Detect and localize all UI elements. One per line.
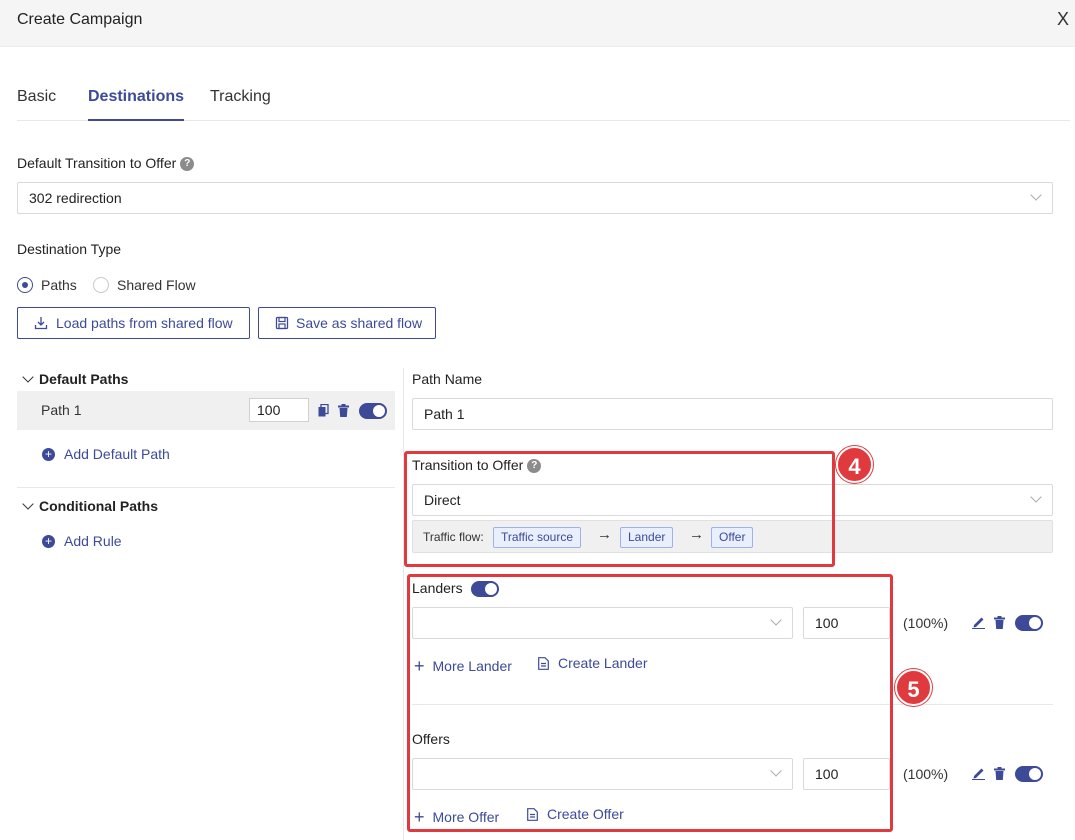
edit-icon[interactable] — [972, 766, 985, 780]
radio-unchecked-icon — [93, 277, 109, 293]
path-enabled-toggle[interactable] — [359, 403, 387, 419]
conditional-paths-header[interactable]: Conditional Paths — [22, 498, 158, 514]
tab-destinations[interactable]: Destinations — [88, 88, 185, 121]
lander-enabled-toggle[interactable] — [1015, 615, 1043, 631]
radio-paths-label: Paths — [41, 277, 77, 293]
chevron-down-icon — [22, 371, 34, 383]
download-icon — [34, 317, 48, 330]
offer-percent: (100%) — [903, 766, 949, 782]
trash-icon[interactable] — [994, 616, 1005, 629]
dialog-header: Create Campaign X — [0, 0, 1075, 47]
save-icon — [275, 316, 289, 330]
default-transition-label: Default Transition to Offer? — [17, 155, 195, 172]
add-rule-label: Add Rule — [64, 533, 122, 549]
edit-icon[interactable] — [972, 615, 985, 629]
chevron-down-icon — [1030, 189, 1042, 201]
default-paths-label: Default Paths — [39, 371, 129, 387]
save-shared-flow-button[interactable]: Save as shared flow — [258, 307, 436, 339]
path-name-input[interactable]: Path 1 — [412, 398, 1053, 430]
default-transition-label-text: Default Transition to Offer — [17, 155, 177, 171]
chevron-down-icon — [22, 498, 34, 510]
path-weight-input[interactable]: 100 — [249, 398, 309, 422]
radio-shared-flow-label: Shared Flow — [117, 277, 196, 293]
radio-checked-icon — [17, 277, 33, 293]
chevron-down-icon — [1030, 491, 1042, 503]
default-transition-select[interactable]: 302 redirection — [17, 182, 1053, 214]
panel-separator — [403, 368, 404, 840]
tab-bar: Basic Destinations Tracking — [17, 84, 1070, 121]
annotation-badge: 4 — [836, 446, 873, 483]
divider — [17, 487, 395, 488]
tab-basic[interactable]: Basic — [17, 88, 56, 121]
help-icon[interactable]: ? — [180, 157, 195, 172]
default-paths-header[interactable]: Default Paths — [22, 371, 128, 387]
path-name: Path 1 — [41, 402, 82, 418]
plus-circle-icon: + — [42, 447, 55, 461]
path-row[interactable]: Path 1 100 — [17, 391, 395, 430]
save-shared-flow-label: Save as shared flow — [296, 315, 423, 331]
highlight-box-landers-offers — [407, 574, 893, 832]
default-transition-value: 302 redirection — [29, 190, 122, 206]
copy-icon[interactable] — [318, 404, 329, 417]
close-button[interactable]: X — [1053, 8, 1073, 30]
path-name-label: Path Name — [412, 371, 483, 387]
plus-circle-icon: + — [42, 534, 55, 548]
trash-icon[interactable] — [338, 404, 349, 417]
add-default-path-label: Add Default Path — [64, 446, 170, 462]
add-default-path-link[interactable]: + Add Default Path — [42, 446, 170, 462]
tab-tracking[interactable]: Tracking — [210, 88, 271, 121]
annotation-badge: 5 — [895, 669, 932, 706]
load-paths-button[interactable]: Load paths from shared flow — [17, 307, 250, 339]
trash-icon[interactable] — [994, 767, 1005, 780]
dialog-title: Create Campaign — [17, 11, 143, 28]
lander-percent: (100%) — [903, 615, 949, 631]
load-paths-label: Load paths from shared flow — [56, 315, 233, 331]
destination-type-label: Destination Type — [17, 241, 122, 257]
highlight-box-transition — [404, 451, 835, 567]
conditional-paths-label: Conditional Paths — [39, 498, 158, 514]
offer-enabled-toggle[interactable] — [1015, 766, 1043, 782]
add-rule-link[interactable]: + Add Rule — [42, 533, 122, 549]
